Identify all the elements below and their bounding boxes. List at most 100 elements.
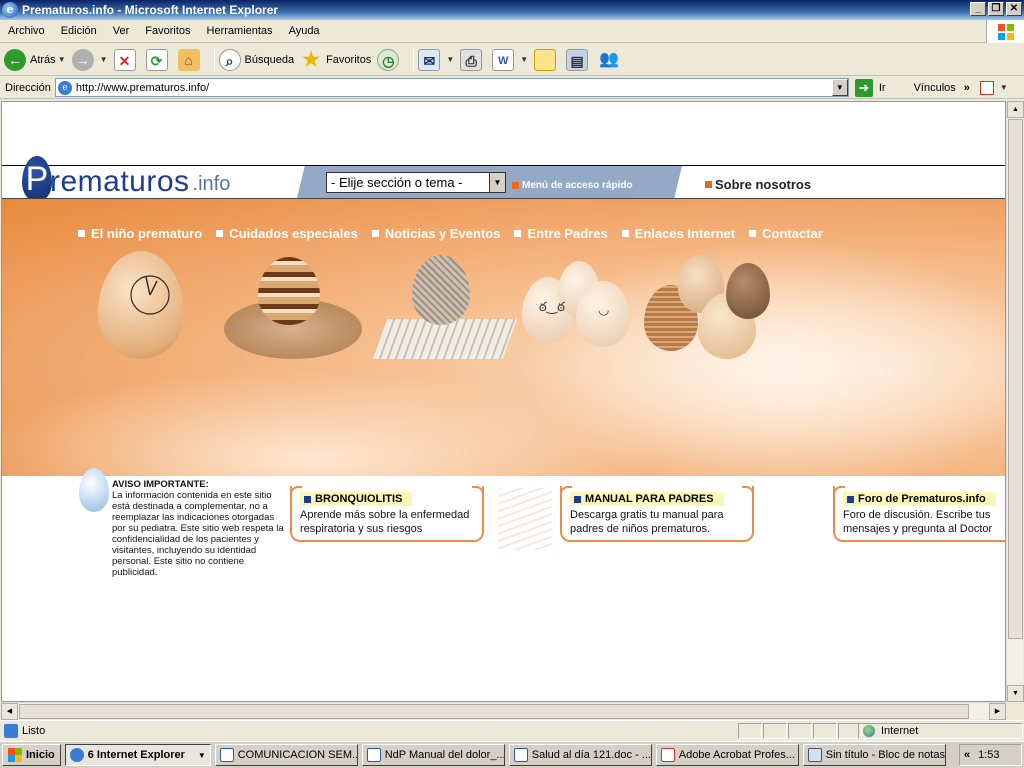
status-bar: Listo Internet: [0, 720, 1024, 740]
about-link[interactable]: Sobre nosotros: [705, 177, 811, 192]
nav-label: Cuidados especiales: [229, 226, 358, 241]
smiley-face-icon: ◡: [598, 302, 610, 317]
discuss-button[interactable]: [534, 48, 560, 71]
nav-entre-padres[interactable]: Entre Padres: [514, 226, 608, 241]
logo-egg-icon: P: [22, 156, 52, 202]
page-status-icon: [4, 723, 18, 738]
stop-button[interactable]: ✕: [113, 48, 140, 71]
horizontal-scrollbar[interactable]: ◀ ▶: [1, 702, 1006, 720]
edit-button[interactable]: W ▼: [492, 48, 528, 71]
nav-noticias-eventos[interactable]: Noticias y Eventos: [371, 226, 500, 241]
task-word-ndp[interactable]: NdP Manual del dolor_...: [361, 744, 505, 766]
print-button[interactable]: ⎙: [460, 48, 486, 71]
menu-ver[interactable]: Ver: [105, 25, 138, 37]
main-nav: El niño prematuro Cuidados especiales No…: [78, 226, 837, 241]
address-dropdown-icon[interactable]: ▼: [831, 79, 848, 96]
status-text: Listo: [22, 724, 46, 737]
notice-text: La información contenida en este sitio e…: [112, 490, 284, 578]
windows-logo-icon: [986, 20, 1024, 43]
links-label[interactable]: Vínculos: [914, 82, 956, 94]
task-acrobat[interactable]: Adobe Acrobat Profes...: [655, 744, 799, 766]
maximize-button[interactable]: ❐: [988, 2, 1004, 16]
orange-square-icon: [705, 181, 712, 188]
go-arrow-icon: ➜: [854, 78, 873, 97]
scroll-thumb[interactable]: [1008, 119, 1023, 639]
taskbar: Inicio 6 Internet Explorer ▼ COMUNICACIO…: [0, 741, 1024, 768]
home-button[interactable]: ⌂: [177, 48, 204, 71]
nav-cuidados-especiales[interactable]: Cuidados especiales: [216, 226, 358, 241]
nav-label: Entre Padres: [527, 226, 608, 241]
card-bronquiolitis[interactable]: BRONQUIOLITIS Aprende más sobre la enfer…: [290, 486, 484, 542]
address-input[interactable]: e http://www.prematuros.info/ ▼: [54, 78, 849, 97]
dropdown-arrow-icon[interactable]: ▼: [58, 55, 66, 64]
card-foro[interactable]: Foro de Prematuros.info Foro de discusió…: [833, 486, 1005, 542]
refresh-button[interactable]: ⟳: [145, 48, 172, 71]
vertical-scrollbar[interactable]: ▲ ▼: [1006, 101, 1024, 702]
word-doc-icon: [219, 748, 234, 762]
security-zone: Internet: [858, 723, 1023, 739]
go-button[interactable]: ➜ Ir: [854, 78, 886, 97]
bullet-icon: [621, 230, 629, 237]
forward-button[interactable]: → ▼: [71, 48, 108, 71]
notice-title: AVISO IMPORTANTE:: [112, 479, 209, 490]
close-button[interactable]: ✕: [1006, 2, 1022, 16]
task-label: Sin título - Bloc de notas: [825, 749, 945, 761]
word-doc-icon: [366, 748, 381, 762]
scroll-left-icon[interactable]: ◀: [1, 703, 18, 720]
address-url: http://www.prematuros.info/: [75, 81, 210, 94]
notepad-icon: [807, 748, 822, 762]
pdf-icon[interactable]: [979, 80, 994, 95]
dropdown-arrow-icon: ▼: [197, 750, 206, 760]
scroll-thumb[interactable]: [19, 704, 969, 719]
nav-enlaces-internet[interactable]: Enlaces Internet: [621, 226, 735, 241]
mail-button[interactable]: ✉ ▼: [418, 48, 454, 71]
task-notepad[interactable]: Sin título - Bloc de notas: [802, 744, 946, 766]
minimize-button[interactable]: _: [970, 2, 986, 16]
menu-favoritos[interactable]: Favoritos: [137, 25, 198, 37]
messenger-button[interactable]: 👥: [598, 49, 624, 71]
clock[interactable]: 1:53: [978, 749, 999, 761]
task-internet-explorer[interactable]: 6 Internet Explorer ▼: [64, 744, 211, 766]
forward-arrow-icon: →: [71, 48, 94, 71]
favorites-button[interactable]: ★ Favoritos: [300, 49, 371, 71]
research-button[interactable]: ▤: [566, 48, 592, 71]
nav-nino-prematuro[interactable]: El niño prematuro: [78, 226, 202, 241]
section-select-value: - Elije sección o tema -: [331, 175, 463, 190]
menu-edicion[interactable]: Edición: [53, 25, 105, 37]
refresh-icon: ⟳: [145, 48, 168, 71]
page-icon: e: [57, 80, 72, 95]
windows-logo-icon: [8, 748, 22, 762]
go-label: Ir: [878, 81, 886, 94]
task-word-comunicacion[interactable]: COMUNICACION SEM...: [214, 744, 358, 766]
scroll-right-icon[interactable]: ▶: [989, 703, 1006, 720]
dropdown-arrow-icon[interactable]: ▼: [446, 55, 454, 64]
nav-contactar[interactable]: Contactar: [749, 226, 823, 241]
address-label: Dirección: [5, 81, 51, 94]
scroll-up-icon[interactable]: ▲: [1007, 101, 1024, 118]
dropdown-arrow-icon[interactable]: ▼: [1000, 83, 1008, 92]
menu-archivo[interactable]: Archivo: [0, 25, 53, 37]
card-description: Foro de discusión. Escribe tus mensajes y…: [843, 509, 993, 535]
card-header: BRONQUIOLITIS: [300, 492, 413, 506]
dropdown-arrow-icon[interactable]: ▼: [100, 55, 108, 64]
menu-ayuda[interactable]: Ayuda: [281, 25, 328, 37]
search-button[interactable]: ⌕ Búsqueda: [218, 48, 294, 71]
dropdown-arrow-icon[interactable]: ▼: [520, 55, 528, 64]
history-button[interactable]: ◷: [377, 48, 403, 71]
card-manual-padres[interactable]: MANUAL PARA PADRES Descarga gratis tu ma…: [560, 486, 754, 542]
chevron-right-icon[interactable]: »: [964, 82, 970, 94]
window-title: Prematuros.info - Microsoft Internet Exp…: [22, 3, 279, 17]
bullet-icon: [371, 230, 379, 237]
logo-suffix: .info: [192, 173, 231, 195]
start-button[interactable]: Inicio: [2, 744, 61, 766]
chevron-left-icon[interactable]: «: [964, 749, 970, 761]
back-button[interactable]: ← Atrás ▼: [4, 48, 66, 71]
zone-text: Internet: [881, 725, 919, 737]
task-word-salud[interactable]: Salud al día 121.doc - ...: [508, 744, 652, 766]
site-logo[interactable]: P rematuros .info: [22, 156, 230, 202]
page-viewport: P rematuros .info - Elije sección o tema…: [1, 101, 1006, 702]
scroll-down-icon[interactable]: ▼: [1007, 685, 1024, 702]
menu-herramientas[interactable]: Herramientas: [199, 25, 281, 37]
section-select[interactable]: - Elije sección o tema - ▼: [326, 172, 506, 193]
card-description: Aprende más sobre la enfermedad respirato…: [300, 509, 470, 535]
